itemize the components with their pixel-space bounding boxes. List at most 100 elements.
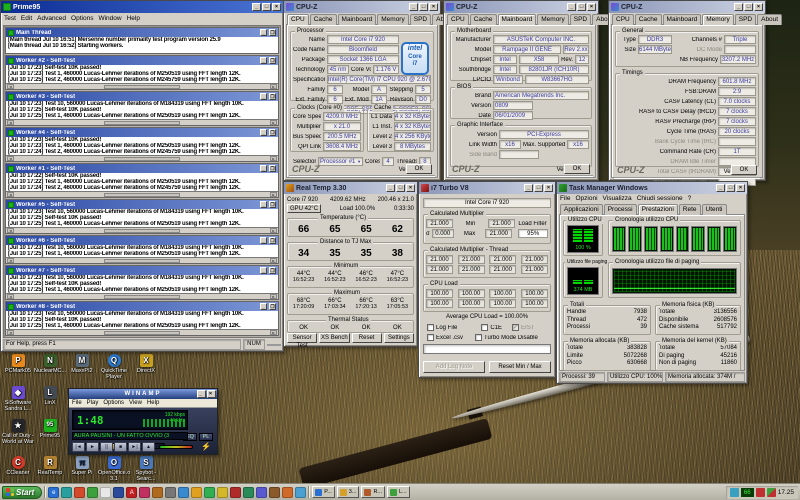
quicklaunch-icon[interactable] — [178, 487, 189, 498]
scroll-right-icon[interactable]: ► — [270, 228, 277, 233]
tab-mainboard[interactable]: Mainboard — [338, 14, 377, 25]
minimize-icon[interactable]: _ — [567, 3, 576, 11]
close-icon[interactable]: × — [544, 184, 553, 192]
horizontal-scrollbar[interactable]: ◄► — [6, 329, 278, 335]
taskbar-window-button[interactable]: P... — [312, 486, 335, 498]
minimize-icon[interactable]: _ — [260, 267, 267, 274]
winamp-titlebar[interactable]: WINAMP _× — [69, 389, 217, 399]
cpuz-titlebar[interactable]: CPU-Z _□× — [609, 1, 765, 13]
clock[interactable]: 17.25 — [778, 489, 794, 496]
scroll-right-icon[interactable]: ► — [270, 258, 277, 263]
pause-button[interactable]: || — [100, 442, 113, 452]
horizontal-scrollbar[interactable]: ◄► — [6, 83, 278, 89]
tab-users[interactable]: Utenti — [702, 204, 727, 215]
child-titlebar[interactable]: Worker #5 - Self-Test_❐ — [6, 200, 278, 209]
tab-spd[interactable]: SPD — [735, 14, 756, 25]
horizontal-scrollbar[interactable]: ◄► — [6, 257, 278, 263]
ok-button[interactable]: OK — [564, 164, 590, 174]
quicklaunch-icon[interactable] — [269, 487, 280, 498]
play-button[interactable]: ► — [86, 442, 99, 452]
child-titlebar[interactable]: Worker #2 - Self-Test_❐ — [6, 56, 278, 65]
restore-icon[interactable]: ❐ — [269, 165, 276, 172]
scroll-left-icon[interactable]: ◄ — [7, 84, 14, 89]
menu-help[interactable]: Help — [127, 15, 140, 22]
quicklaunch-icon[interactable] — [243, 487, 254, 498]
tab-spd[interactable]: SPD — [410, 14, 431, 25]
tab-memory[interactable]: Memory — [702, 14, 733, 25]
quicklaunch-icon[interactable] — [100, 487, 111, 498]
quicklaunch-icon[interactable] — [113, 487, 124, 498]
close-icon[interactable]: × — [754, 3, 763, 11]
tab-cpu[interactable]: CPU — [612, 14, 634, 25]
playlist-button[interactable]: PL — [199, 433, 213, 441]
menu-options[interactable]: Options — [71, 15, 93, 22]
menu-shutdown[interactable]: Chiudi sessione — [637, 195, 683, 202]
horizontal-scrollbar[interactable]: ◄► — [6, 155, 278, 161]
tab-cpu[interactable]: CPU — [447, 14, 469, 25]
minimize-icon[interactable]: _ — [386, 184, 395, 192]
minimize-icon[interactable]: _ — [260, 201, 267, 208]
load-filter-input[interactable]: 95% — [518, 229, 548, 238]
close-icon[interactable]: × — [272, 3, 281, 11]
maximize-icon[interactable]: □ — [534, 184, 543, 192]
restore-icon[interactable]: ❐ — [269, 267, 276, 274]
c1e-checkbox[interactable] — [481, 324, 488, 331]
tab-processes[interactable]: Processi — [604, 204, 637, 215]
scrollbar-thumb[interactable] — [104, 157, 180, 161]
restore-icon[interactable]: ❐ — [269, 57, 276, 64]
scrollbar-thumb[interactable] — [104, 193, 180, 197]
quicklaunch-icon[interactable] — [204, 487, 215, 498]
maximize-icon[interactable]: □ — [262, 3, 271, 11]
tab-memory[interactable]: Memory — [537, 14, 568, 25]
tab-performance[interactable]: Prestazioni — [638, 204, 678, 215]
settings-button[interactable]: Settings — [384, 333, 414, 343]
quicklaunch-icon[interactable] — [191, 487, 202, 498]
tray-icon[interactable] — [767, 488, 776, 497]
desktop-icon-cod-waw[interactable]: ★Call of Duty - World at War — [2, 419, 34, 445]
scroll-left-icon[interactable]: ◄ — [7, 294, 14, 299]
restore-icon[interactable]: ❐ — [269, 237, 276, 244]
menu-edit[interactable]: Edit — [21, 15, 32, 22]
quicklaunch-icon[interactable] — [295, 487, 306, 498]
menu-file[interactable]: File — [72, 400, 82, 406]
horizontal-scrollbar[interactable]: ◄► — [6, 191, 278, 197]
eist-checkbox[interactable]: ✓ — [512, 324, 519, 331]
menu-test[interactable]: Test — [4, 15, 16, 22]
minimize-icon[interactable]: _ — [260, 129, 267, 136]
close-icon[interactable]: × — [429, 3, 438, 11]
tab-cpu[interactable]: CPU — [287, 14, 309, 25]
next-button[interactable]: ►| — [128, 442, 141, 452]
horizontal-scrollbar[interactable]: ◄► — [6, 227, 278, 233]
taskbar-window-button[interactable]: L... — [387, 486, 410, 498]
desktop-icon-spybot[interactable]: SSpybot - Searc... — [130, 456, 162, 482]
previous-button[interactable]: |◄ — [72, 442, 85, 452]
restore-icon[interactable]: ❐ — [269, 93, 276, 100]
scrollbar-thumb[interactable] — [104, 229, 180, 233]
tab-spd[interactable]: SPD — [570, 14, 591, 25]
quicklaunch-icon[interactable] — [165, 487, 176, 498]
taskmgr-titlebar[interactable]: Task Manager Windows _□× — [557, 182, 747, 194]
scroll-left-icon[interactable]: ◄ — [7, 192, 14, 197]
scroll-left-icon[interactable]: ◄ — [7, 156, 14, 161]
maximize-icon[interactable]: □ — [577, 3, 586, 11]
child-titlebar[interactable]: Worker #3 - Self-Test_❐ — [6, 92, 278, 101]
desktop-icon-linx[interactable]: LLinX — [34, 386, 66, 406]
child-titlebar[interactable]: Main Thread _ ❐ — [6, 28, 278, 37]
quicklaunch-icon[interactable] — [87, 487, 98, 498]
quicklaunch-icon[interactable] — [230, 487, 241, 498]
scrollbar-thumb[interactable] — [104, 259, 180, 263]
minimize-icon[interactable]: _ — [197, 390, 206, 398]
tray-icon[interactable] — [730, 488, 739, 497]
desktop-icon-quicktime[interactable]: QQuickTime Player — [98, 354, 130, 380]
scrollbar-thumb[interactable] — [104, 121, 180, 125]
close-icon[interactable]: × — [736, 184, 745, 192]
scroll-right-icon[interactable]: ► — [270, 156, 277, 161]
tab-about[interactable]: About — [757, 14, 782, 25]
tab-cache[interactable]: Cache — [635, 14, 662, 25]
minimize-icon[interactable]: _ — [260, 237, 267, 244]
menu-window[interactable]: Window — [98, 15, 121, 22]
scroll-right-icon[interactable]: ► — [270, 330, 277, 335]
minimize-icon[interactable]: _ — [260, 165, 267, 172]
excel-csv-checkbox[interactable] — [427, 334, 434, 341]
quicklaunch-icon[interactable] — [74, 487, 85, 498]
